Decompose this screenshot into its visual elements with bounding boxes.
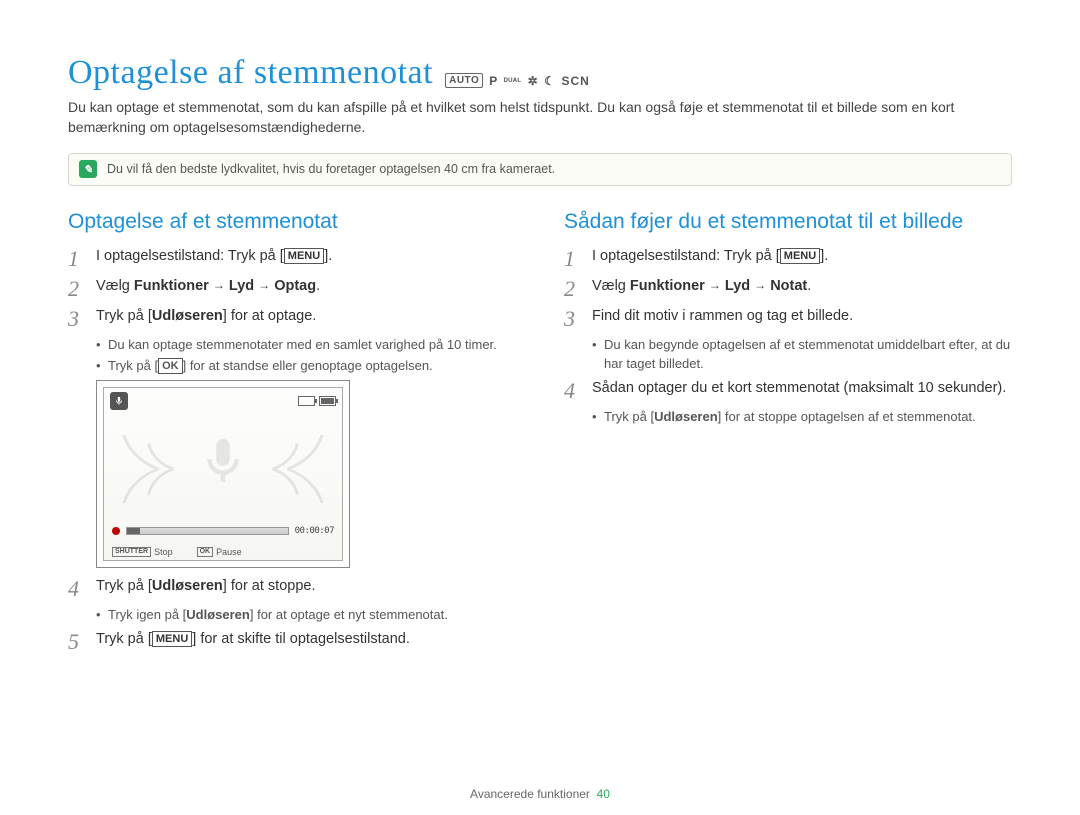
step-number: 2: [68, 276, 86, 300]
step-2: 2 Vælg Funktioner → Lyd → Notat.: [564, 276, 1012, 300]
card-icon: [298, 396, 315, 406]
mode-moon-icon: ☾: [544, 74, 555, 88]
path-part: Funktioner: [630, 278, 705, 294]
recording-mic-icon: [110, 392, 128, 410]
step-number: 5: [68, 629, 86, 653]
mode-night-icon: ✲: [528, 74, 539, 88]
step-text: ].: [324, 248, 332, 264]
step-text: Vælg: [592, 278, 630, 294]
bullet-item: Tryk igen på [Udløseren] for at optage e…: [96, 606, 516, 625]
step-4-bullets: Tryk på [Udløseren] for at stoppe optage…: [592, 408, 1012, 427]
footer-page-number: 40: [597, 787, 610, 801]
mode-icons: AUTO P ᴰᵁᴬᴸ ✲ ☾ SCN: [445, 73, 590, 92]
step-text: Sådan optager du et kort stemmenotat (ma…: [592, 378, 1006, 399]
bullet-item: Du kan begynde optagelsen af et stemmeno…: [592, 336, 1012, 374]
bullet-item: Tryk på [Udløseren] for at stoppe optage…: [592, 408, 1012, 427]
step-number: 3: [564, 306, 582, 330]
note-icon: ✎: [79, 160, 97, 178]
shutter-label: Udløseren: [152, 578, 223, 594]
step-text: Tryk på [: [96, 631, 152, 647]
mode-p-icon: P: [489, 74, 498, 88]
right-column: Sådan føjer du et stemmenotat til et bil…: [564, 210, 1012, 659]
ok-button-label: OK: [158, 358, 183, 374]
path-part: Optag: [274, 278, 316, 294]
left-section-title: Optagelse af et stemmenotat: [68, 210, 516, 234]
bullet-item: Du kan optage stemmenotater med en samle…: [96, 336, 516, 355]
mode-dual-icon: ᴰᵁᴬᴸ: [504, 76, 522, 86]
step-2: 2 Vælg Funktioner → Lyd → Optag.: [68, 276, 516, 300]
step-3: 3 Find dit motiv i rammen og tag et bill…: [564, 306, 1012, 330]
step-3: 3 Tryk på [Udløseren] for at optage.: [68, 306, 516, 330]
step-text: Find dit motiv i rammen og tag et billed…: [592, 306, 853, 327]
step-text: ] for at stoppe.: [223, 578, 316, 594]
page-footer: Avancerede funktioner 40: [0, 787, 1080, 801]
step-text: .: [316, 278, 320, 294]
step-text: ] for at optage.: [223, 308, 317, 324]
step-1: 1 I optagelsestilstand: Tryk på [MENU].: [564, 246, 1012, 270]
menu-button-label: MENU: [284, 248, 324, 264]
step-text: I optagelsestilstand: Tryk på [: [96, 248, 284, 264]
step-4: 4 Sådan optager du et kort stemmenotat (…: [564, 378, 1012, 402]
step-3-bullets: Du kan begynde optagelsen af et stemmeno…: [592, 336, 1012, 374]
menu-button-label: MENU: [780, 248, 820, 264]
lcd-stop-label: Stop: [154, 547, 173, 557]
step-4: 4 Tryk på [Udløseren] for at stoppe.: [68, 576, 516, 600]
menu-button-label: MENU: [152, 631, 192, 647]
path-part: Notat: [770, 278, 807, 294]
step-number: 3: [68, 306, 86, 330]
lcd-shutter-tag: SHUTTER: [112, 547, 151, 557]
shutter-label: Udløseren: [152, 308, 223, 324]
lcd-timer: 00:00:07: [295, 526, 334, 536]
footer-section: Avancerede funktioner: [470, 787, 590, 801]
page-title: Optagelse af stemmenotat: [68, 54, 433, 92]
step-text: I optagelsestilstand: Tryk på [: [592, 248, 780, 264]
record-indicator-icon: [112, 527, 120, 535]
step-number: 2: [564, 276, 582, 300]
step-text: .: [807, 278, 811, 294]
step-1: 1 I optagelsestilstand: Tryk på [MENU].: [68, 246, 516, 270]
note-text: Du vil få den bedste lydkvalitet, hvis d…: [107, 162, 555, 176]
lcd-pause-label: Pause: [216, 547, 242, 557]
arrow-icon: →: [258, 278, 270, 292]
note-box: ✎ Du vil få den bedste lydkvalitet, hvis…: [68, 153, 1012, 186]
step-number: 4: [564, 378, 582, 402]
mode-auto-icon: AUTO: [445, 73, 483, 88]
step-text: ].: [820, 248, 828, 264]
arrow-icon: →: [754, 278, 766, 292]
step-number: 1: [564, 246, 582, 270]
arrow-icon: →: [709, 278, 721, 292]
bullet-item: Tryk på [OK] for at standse eller genopt…: [96, 357, 516, 376]
step-number: 1: [68, 246, 86, 270]
step-3-bullets: Du kan optage stemmenotater med en samle…: [96, 336, 516, 376]
step-5: 5 Tryk på [MENU] for at skifte til optag…: [68, 629, 516, 653]
step-text: Vælg: [96, 278, 134, 294]
path-part: Lyd: [229, 278, 254, 294]
intro-text: Du kan optage et stemmenotat, som du kan…: [68, 98, 1012, 137]
progress-bar: [126, 527, 289, 535]
step-text: Tryk på [: [96, 308, 152, 324]
step-number: 4: [68, 576, 86, 600]
step-text: Tryk på [: [96, 578, 152, 594]
arrow-icon: →: [213, 278, 225, 292]
right-section-title: Sådan føjer du et stemmenotat til et bil…: [564, 210, 1012, 234]
mode-scn-icon: SCN: [562, 74, 590, 88]
path-part: Funktioner: [134, 278, 209, 294]
step-text: ] for at skifte til optagelsestilstand.: [192, 631, 410, 647]
lcd-illustration: 00:00:07 SHUTTER Stop OK Pause: [96, 380, 350, 568]
path-part: Lyd: [725, 278, 750, 294]
battery-icon: [319, 396, 336, 406]
mic-large-icon: [196, 434, 250, 493]
left-column: Optagelse af et stemmenotat 1 I optagels…: [68, 210, 516, 659]
lcd-ok-tag: OK: [197, 547, 214, 557]
step-4-bullets: Tryk igen på [Udløseren] for at optage e…: [96, 606, 516, 625]
